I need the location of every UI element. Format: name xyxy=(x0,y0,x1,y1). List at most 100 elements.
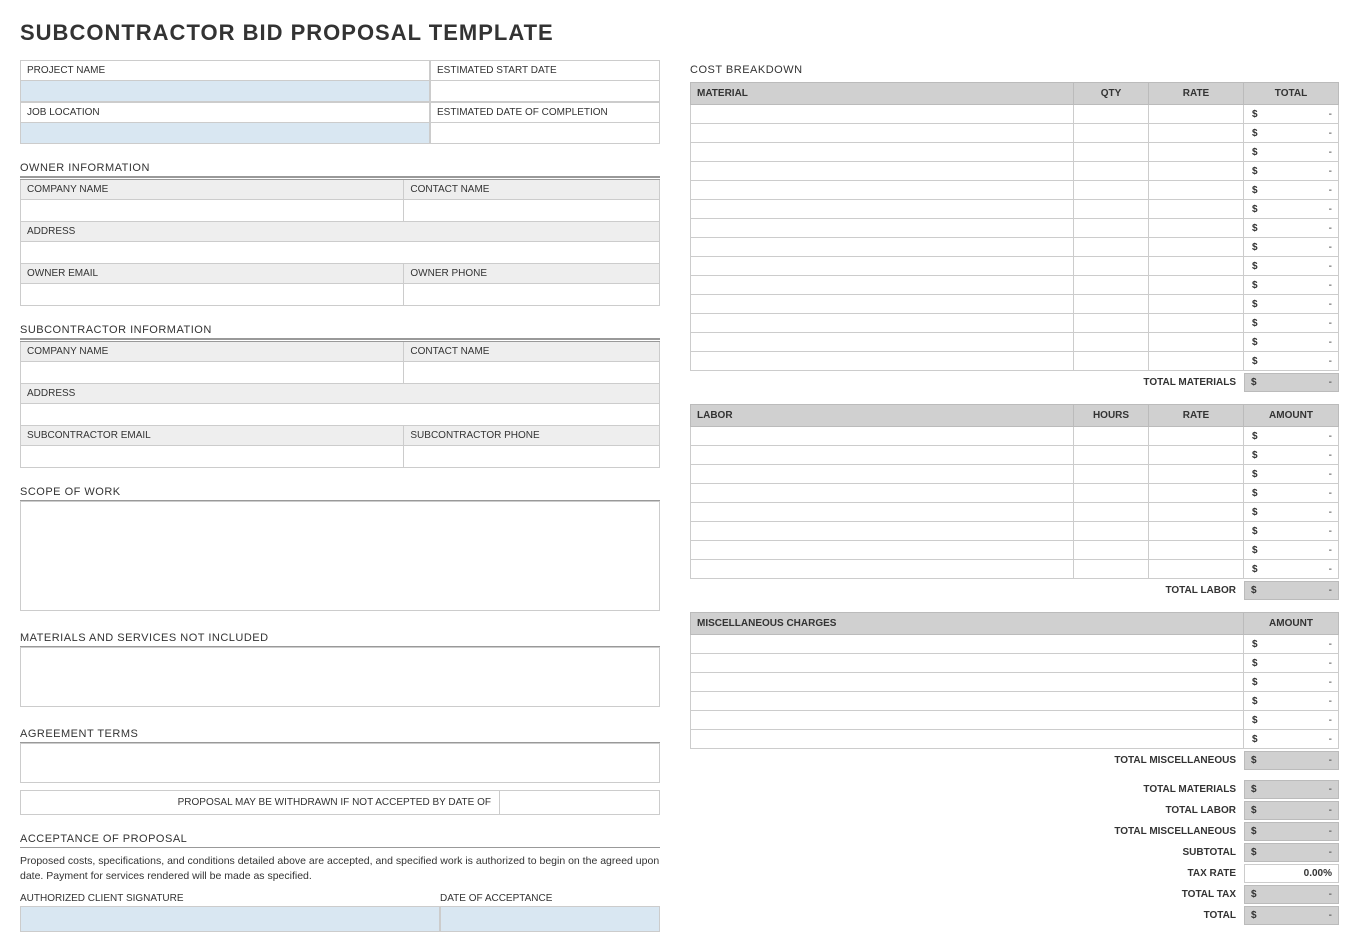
owner-address-input[interactable] xyxy=(21,242,660,264)
cell[interactable] xyxy=(691,238,1074,257)
cell[interactable] xyxy=(1149,560,1244,579)
cell[interactable] xyxy=(1074,333,1149,352)
project-name-input[interactable] xyxy=(20,80,430,102)
cell[interactable] xyxy=(1074,446,1149,465)
cell[interactable] xyxy=(691,446,1074,465)
cell[interactable] xyxy=(1149,446,1244,465)
cell[interactable] xyxy=(1149,143,1244,162)
cell[interactable] xyxy=(1074,200,1149,219)
cell[interactable] xyxy=(1149,541,1244,560)
total-materials-label: TOTAL MATERIALS xyxy=(1135,373,1244,392)
cell[interactable] xyxy=(1074,105,1149,124)
scope-input[interactable] xyxy=(20,501,660,611)
cell[interactable] xyxy=(1149,295,1244,314)
cell[interactable] xyxy=(1149,333,1244,352)
estimated-completion-input[interactable] xyxy=(430,122,660,144)
agreement-input[interactable] xyxy=(20,743,660,783)
cell[interactable] xyxy=(1074,314,1149,333)
cell[interactable] xyxy=(1074,352,1149,371)
cell[interactable] xyxy=(691,692,1244,711)
cell[interactable] xyxy=(691,124,1074,143)
owner-info-heading: OWNER INFORMATION xyxy=(20,158,660,177)
cell[interactable] xyxy=(1074,522,1149,541)
cell[interactable] xyxy=(1149,484,1244,503)
sub-email-input[interactable] xyxy=(21,446,404,468)
cell[interactable] xyxy=(691,352,1074,371)
date-acceptance-input[interactable] xyxy=(440,906,660,932)
cell[interactable] xyxy=(1074,181,1149,200)
cell[interactable] xyxy=(1149,314,1244,333)
owner-phone-input[interactable] xyxy=(404,284,660,306)
cell[interactable] xyxy=(691,654,1244,673)
cell[interactable] xyxy=(1149,522,1244,541)
sub-company-input[interactable] xyxy=(21,362,404,384)
cell[interactable] xyxy=(691,484,1074,503)
cell[interactable] xyxy=(691,276,1074,295)
sub-contact-input[interactable] xyxy=(404,362,660,384)
cell[interactable] xyxy=(1074,465,1149,484)
page-title: SUBCONTRACTOR BID PROPOSAL TEMPLATE xyxy=(20,20,1339,46)
cell[interactable] xyxy=(1149,124,1244,143)
cell[interactable] xyxy=(691,333,1074,352)
sub-phone-input[interactable] xyxy=(404,446,660,468)
cell[interactable] xyxy=(691,314,1074,333)
cell[interactable] xyxy=(691,143,1074,162)
owner-email-input[interactable] xyxy=(21,284,404,306)
cell[interactable] xyxy=(691,522,1074,541)
cell[interactable] xyxy=(691,427,1074,446)
cell[interactable] xyxy=(1074,427,1149,446)
cell[interactable] xyxy=(691,105,1074,124)
cell[interactable] xyxy=(691,219,1074,238)
cell[interactable] xyxy=(691,257,1074,276)
cell[interactable] xyxy=(1149,162,1244,181)
withdraw-date-input[interactable] xyxy=(499,791,659,814)
cell[interactable] xyxy=(1074,295,1149,314)
cell[interactable] xyxy=(1074,484,1149,503)
cell[interactable] xyxy=(691,560,1074,579)
tax-rate-value[interactable]: 0.00% xyxy=(1244,864,1339,883)
cell[interactable] xyxy=(691,503,1074,522)
cell[interactable] xyxy=(1149,427,1244,446)
cell[interactable] xyxy=(691,541,1074,560)
not-included-input[interactable] xyxy=(20,647,660,707)
cell[interactable] xyxy=(1074,124,1149,143)
cell[interactable] xyxy=(1074,162,1149,181)
cell[interactable] xyxy=(691,200,1074,219)
cell[interactable] xyxy=(691,162,1074,181)
cell[interactable] xyxy=(1149,181,1244,200)
cell[interactable] xyxy=(691,730,1244,749)
cell[interactable] xyxy=(1149,257,1244,276)
cell[interactable] xyxy=(1074,143,1149,162)
job-location-input[interactable] xyxy=(20,122,430,144)
table-row: $- xyxy=(691,465,1339,484)
sub-company-label: COMPANY NAME xyxy=(21,341,404,362)
cell[interactable] xyxy=(1074,219,1149,238)
cell[interactable] xyxy=(1149,105,1244,124)
cell[interactable] xyxy=(691,711,1244,730)
cell[interactable] xyxy=(1074,238,1149,257)
cell[interactable] xyxy=(1149,276,1244,295)
cell[interactable] xyxy=(1149,465,1244,484)
cell[interactable] xyxy=(1074,503,1149,522)
cell[interactable] xyxy=(1074,560,1149,579)
cell[interactable] xyxy=(691,635,1244,654)
signature-input[interactable] xyxy=(20,906,440,932)
sub-address-input[interactable] xyxy=(21,404,660,426)
cell[interactable] xyxy=(1149,200,1244,219)
cell[interactable] xyxy=(1149,503,1244,522)
total-labor-label: TOTAL LABOR xyxy=(1157,581,1244,600)
cell[interactable] xyxy=(691,181,1074,200)
cell[interactable] xyxy=(1149,352,1244,371)
cell[interactable] xyxy=(691,465,1074,484)
cell[interactable] xyxy=(691,295,1074,314)
cell[interactable] xyxy=(1074,541,1149,560)
estimated-start-input[interactable] xyxy=(430,80,660,102)
cell[interactable] xyxy=(1074,276,1149,295)
cell: $- xyxy=(1244,219,1339,238)
cell[interactable] xyxy=(1149,219,1244,238)
cell[interactable] xyxy=(1149,238,1244,257)
owner-company-input[interactable] xyxy=(21,200,404,222)
cell[interactable] xyxy=(1074,257,1149,276)
cell[interactable] xyxy=(691,673,1244,692)
owner-contact-input[interactable] xyxy=(404,200,660,222)
